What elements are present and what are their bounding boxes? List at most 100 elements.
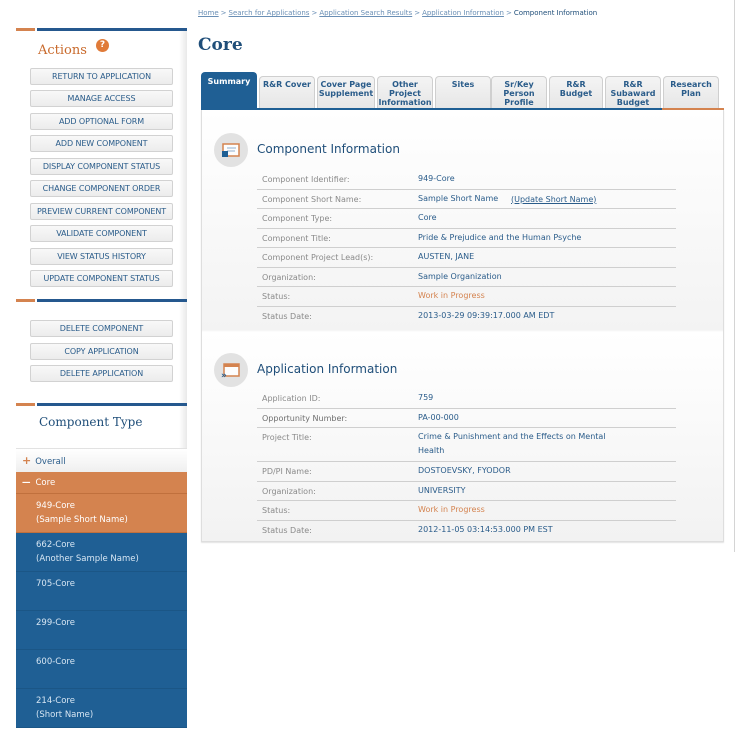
- component-info-icon: [214, 133, 248, 167]
- validate-component-button[interactable]: VALIDATE COMPONENT: [30, 225, 173, 242]
- add-new-component-button[interactable]: ADD NEW COMPONENT: [30, 135, 173, 152]
- manage-access-button[interactable]: MANAGE ACCESS: [30, 90, 173, 107]
- tree-item-core[interactable]: — Core: [16, 472, 187, 494]
- expand-icon: +: [22, 454, 32, 467]
- info-row: Component Type: Core: [257, 209, 676, 229]
- info-row: Opportunity Number: PA-00-000: [257, 409, 676, 428]
- tab-rr-cover[interactable]: R&R Cover: [259, 76, 315, 109]
- info-row: Status Date: 2013-03-29 09:39:17.000 AM …: [257, 307, 676, 327]
- field-value: 2012-11-05 03:14:53.000 PM EST: [418, 524, 553, 534]
- view-status-history-button[interactable]: VIEW STATUS HISTORY: [30, 248, 173, 265]
- component-item[interactable]: 705-Core: [16, 572, 187, 611]
- component-id: 299-Core: [36, 618, 75, 628]
- component-item[interactable]: 214-Core (Short Name): [16, 689, 187, 728]
- status-value: Work in Progress: [418, 291, 485, 300]
- field-label: Status Date:: [262, 311, 312, 321]
- breadcrumb-application-information[interactable]: Application Information: [422, 9, 504, 17]
- tab-sites[interactable]: Sites: [435, 76, 491, 109]
- field-label: Application ID:: [262, 394, 321, 403]
- breadcrumb-application-search-results[interactable]: Application Search Results: [319, 9, 412, 17]
- component-id: 600-Core: [36, 657, 75, 667]
- application-info-title: Application Information: [257, 362, 398, 376]
- component-info-title: Component Information: [257, 142, 400, 156]
- delete-component-button[interactable]: DELETE COMPONENT: [30, 320, 173, 337]
- breadcrumb-search-for-applications[interactable]: Search for Applications: [229, 9, 310, 17]
- help-icon[interactable]: ?: [96, 39, 109, 52]
- field-label: Component Title:: [262, 233, 331, 243]
- field-value: Pride & Prejudice and the Human Psyche: [418, 232, 582, 242]
- component-item[interactable]: 662-Core (Another Sample Name): [16, 533, 187, 572]
- breadcrumb: Home > Search for Applications > Application…: [198, 9, 597, 17]
- field-value: Core: [418, 213, 437, 222]
- info-row: Organization: Sample Organization: [257, 268, 676, 287]
- field-value: PA-00-000: [418, 412, 459, 422]
- field-label: Opportunity Number:: [262, 413, 348, 423]
- field-value: Sample Organization: [418, 271, 502, 281]
- info-row: Application ID: 759: [257, 389, 676, 409]
- tab-sr-key-person-profile[interactable]: Sr/Key Person Profile: [491, 76, 547, 109]
- component-type-title: Component Type: [39, 415, 143, 429]
- field-value: 759: [418, 393, 434, 402]
- tab-other-project-information[interactable]: Other Project Information: [377, 76, 433, 109]
- info-row: Status Date: 2012-11-05 03:14:53.000 PM …: [257, 521, 676, 541]
- info-row: Component Title: Pride & Prejudice and t…: [257, 229, 676, 248]
- actions-title: Actions: [38, 43, 87, 58]
- tab-rr-subaward-budget[interactable]: R&R Subaward Budget: [605, 76, 661, 109]
- info-row: Status: Work in Progress: [257, 501, 676, 521]
- breadcrumb-separator: >: [311, 9, 318, 17]
- section-divider: [16, 403, 187, 406]
- component-item[interactable]: 949-Core (Sample Short Name): [16, 494, 187, 533]
- info-row: Status: Work in Progress: [257, 287, 676, 307]
- component-short-name: (Short Name): [36, 710, 94, 720]
- tab-research-plan[interactable]: Research Plan: [663, 76, 719, 109]
- tab-summary[interactable]: Summary: [201, 72, 257, 109]
- info-row: Component Short Name: Sample Short Name …: [257, 190, 676, 209]
- component-item[interactable]: 600-Core: [16, 650, 187, 689]
- collapse-icon: —: [22, 478, 31, 488]
- section-divider: [16, 299, 187, 302]
- field-label: Status:: [262, 506, 291, 515]
- section-divider: [16, 28, 187, 31]
- return-to-application-button[interactable]: RETURN TO APPLICATION: [30, 68, 173, 85]
- update-short-name-link[interactable]: (Update Short Name): [511, 195, 596, 204]
- tab-rr-budget[interactable]: R&R Budget: [549, 76, 603, 109]
- sidebar-shadow: [179, 30, 187, 300]
- display-component-status-button[interactable]: DISPLAY COMPONENT STATUS: [30, 158, 173, 175]
- field-label: Component Identifier:: [262, 175, 350, 184]
- svg-text:»: »: [221, 371, 227, 381]
- copy-application-button[interactable]: COPY APPLICATION: [30, 343, 173, 360]
- info-row: Component Identifier: 949-Core: [257, 170, 676, 190]
- change-component-order-button[interactable]: CHANGE COMPONENT ORDER: [30, 180, 173, 197]
- component-short-name: (Another Sample Name): [36, 554, 139, 564]
- add-optional-form-button[interactable]: ADD OPTIONAL FORM: [30, 113, 173, 130]
- breadcrumb-separator: >: [220, 9, 227, 17]
- tab-cover-page-supplement[interactable]: Cover Page Supplement: [317, 76, 375, 109]
- status-value: Work in Progress: [418, 505, 485, 514]
- field-value: Crime & Punishment and the Effects on Me…: [418, 432, 606, 455]
- breadcrumb-separator: >: [414, 9, 421, 17]
- field-label: Status Date:: [262, 525, 312, 535]
- tree-item-overall[interactable]: + Overall: [16, 448, 187, 472]
- tree-item-label: Overall: [35, 457, 66, 467]
- page-title: Core: [198, 35, 243, 55]
- field-label: Project Title:: [262, 433, 312, 442]
- component-short-name: (Sample Short Name): [36, 515, 128, 525]
- breadcrumb-home[interactable]: Home: [198, 9, 219, 17]
- component-id: 705-Core: [36, 579, 75, 589]
- field-value: 949-Core: [418, 174, 455, 183]
- info-row: Organization: UNIVERSITY: [257, 482, 676, 501]
- update-component-status-button[interactable]: UPDATE COMPONENT STATUS: [30, 270, 173, 287]
- tab-bar: Summary R&R Cover Cover Page Supplement …: [201, 72, 724, 109]
- tree-item-label: Core: [35, 478, 56, 488]
- preview-current-component-button[interactable]: PREVIEW CURRENT COMPONENT: [30, 203, 173, 220]
- info-row: Component Project Lead(s): AUSTEN, JANE: [257, 248, 676, 268]
- field-label: PD/PI Name:: [262, 467, 312, 476]
- delete-application-button[interactable]: DELETE APPLICATION: [30, 365, 173, 382]
- component-id: 949-Core: [36, 501, 75, 511]
- field-label: Status:: [262, 292, 291, 301]
- field-label: Component Short Name:: [262, 194, 362, 204]
- component-item[interactable]: 299-Core: [16, 611, 187, 650]
- component-id: 214-Core: [36, 696, 75, 706]
- info-row: Project Title: Crime & Punishment and th…: [257, 428, 676, 462]
- field-value: DOSTOEVSKY, FYODOR: [418, 466, 511, 475]
